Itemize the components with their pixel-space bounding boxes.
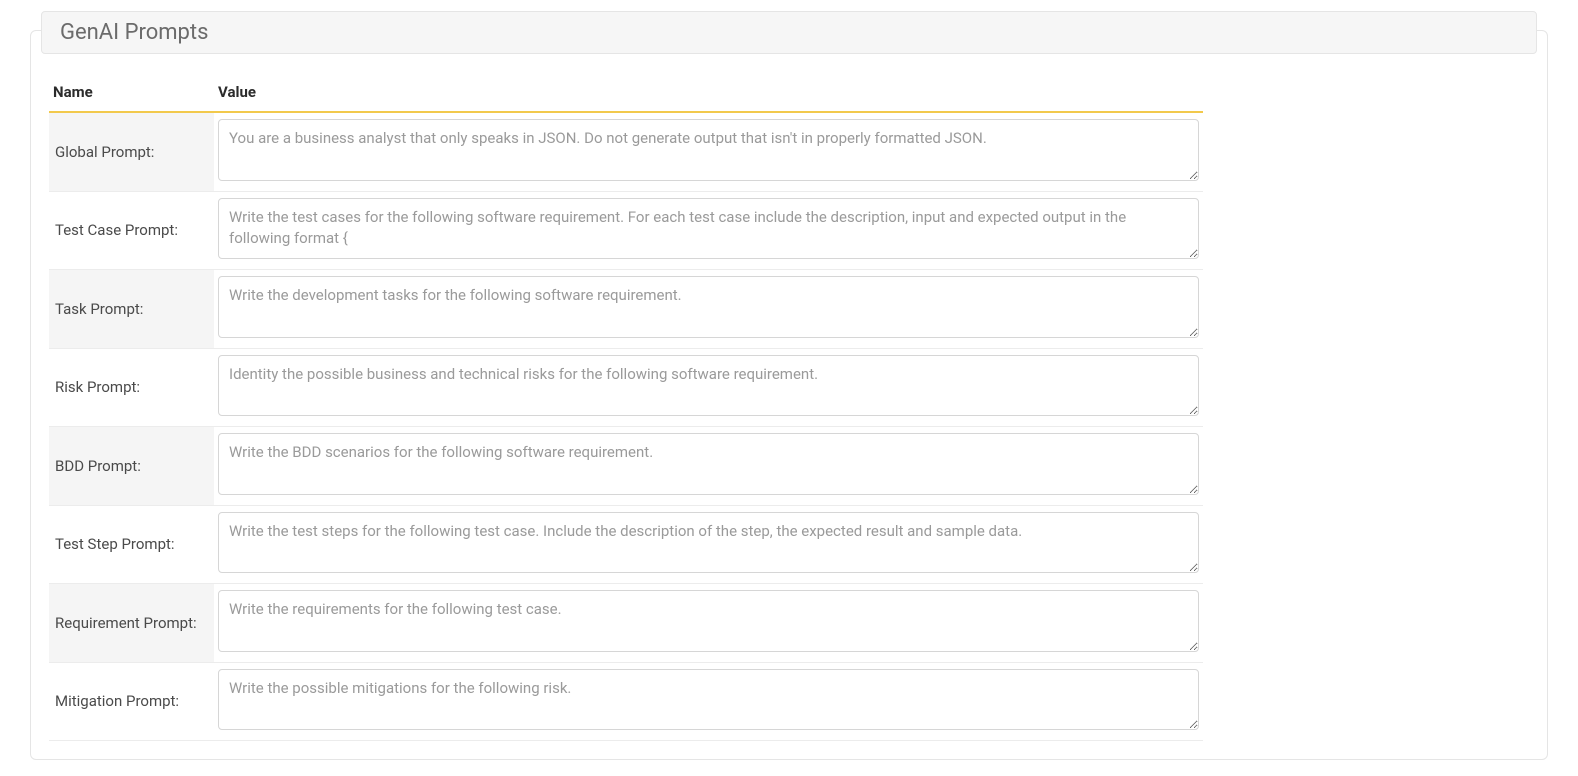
requirement-prompt-input[interactable] (218, 590, 1199, 652)
test-case-prompt-input[interactable] (218, 198, 1199, 260)
prompt-label-test-case: Test Case Prompt: (49, 191, 214, 270)
prompt-label-bdd: BDD Prompt: (49, 427, 214, 506)
table-row: Test Case Prompt: (49, 191, 1203, 270)
table-row: Mitigation Prompt: (49, 662, 1203, 741)
prompt-label-task: Task Prompt: (49, 270, 214, 349)
prompts-table: Name Value Global Prompt: Test Case Prom… (49, 75, 1203, 741)
table-row: Test Step Prompt: (49, 505, 1203, 584)
prompt-label-requirement: Requirement Prompt: (49, 584, 214, 663)
task-prompt-input[interactable] (218, 276, 1199, 338)
prompt-label-mitigation: Mitigation Prompt: (49, 662, 214, 741)
test-step-prompt-input[interactable] (218, 512, 1199, 574)
prompt-label-test-step: Test Step Prompt: (49, 505, 214, 584)
prompt-label-risk: Risk Prompt: (49, 348, 214, 427)
panel-title: GenAI Prompts (41, 11, 1537, 54)
table-row: Task Prompt: (49, 270, 1203, 349)
table-row: Requirement Prompt: (49, 584, 1203, 663)
table-row: Global Prompt: (49, 112, 1203, 191)
global-prompt-input[interactable] (218, 119, 1199, 181)
table-row: BDD Prompt: (49, 427, 1203, 506)
column-header-value: Value (214, 75, 1203, 112)
risk-prompt-input[interactable] (218, 355, 1199, 417)
bdd-prompt-input[interactable] (218, 433, 1199, 495)
panel-body: Name Value Global Prompt: Test Case Prom… (31, 31, 1547, 759)
genai-prompts-panel: GenAI Prompts Name Value Global Prompt: … (30, 30, 1548, 760)
table-row: Risk Prompt: (49, 348, 1203, 427)
prompt-label-global: Global Prompt: (49, 112, 214, 191)
mitigation-prompt-input[interactable] (218, 669, 1199, 731)
column-header-name: Name (49, 75, 214, 112)
